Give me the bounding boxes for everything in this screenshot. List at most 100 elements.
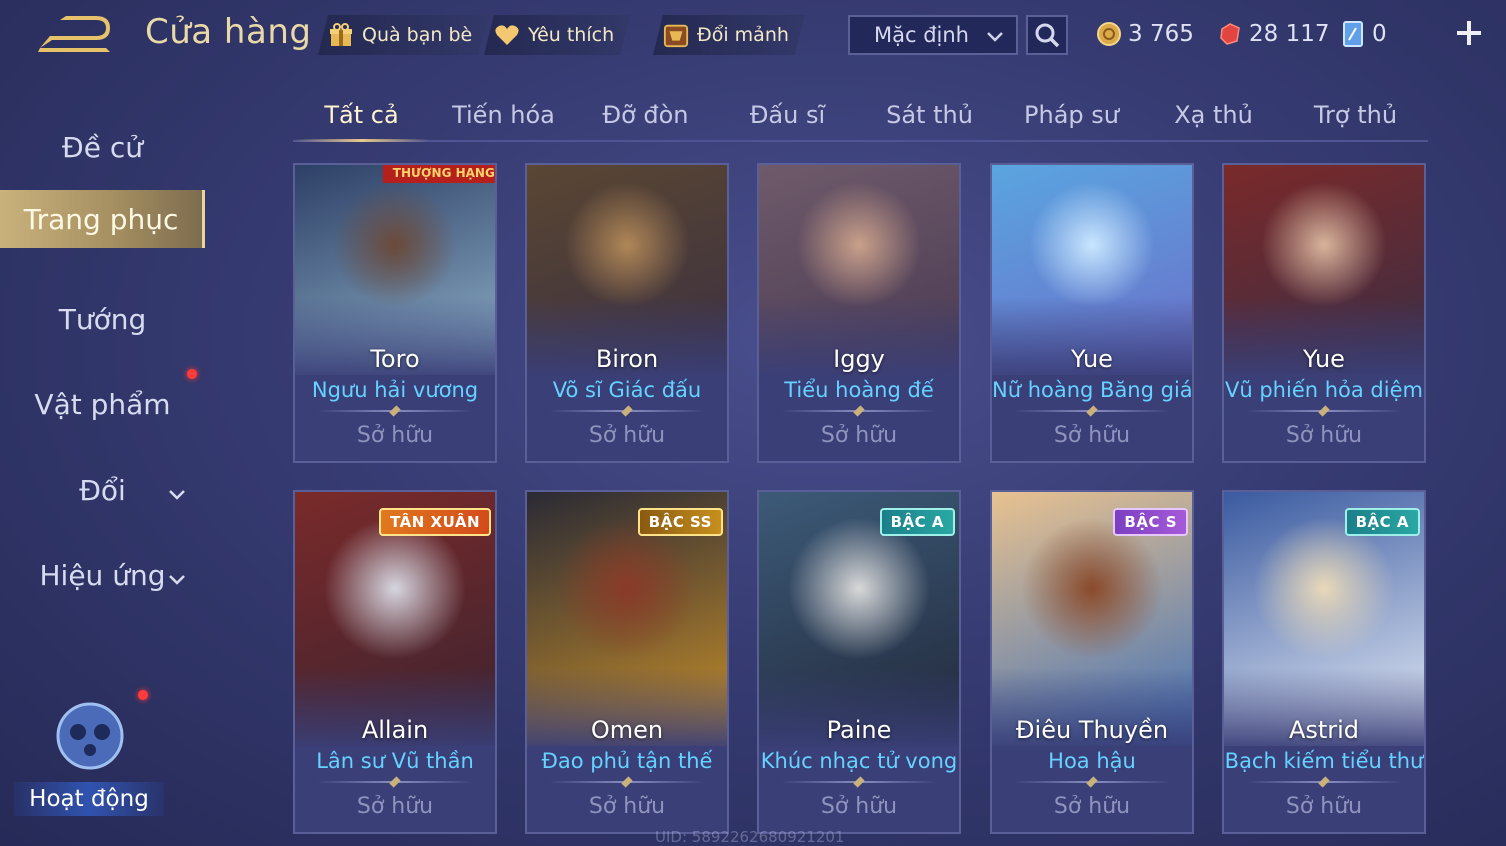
heart-icon <box>494 22 520 48</box>
skin-artwork <box>992 165 1192 377</box>
tab-mage[interactable]: Pháp sư <box>1003 90 1140 140</box>
sidebar-item-recommended[interactable]: Đề cử <box>0 118 205 176</box>
tier-badge: BẬC SS <box>637 508 723 536</box>
hero-name: Omen <box>590 716 664 744</box>
skin-card[interactable]: Biron Võ sĩ Giác đấu Sở hữu <box>525 163 729 463</box>
owned-status: Sở hữu <box>1053 423 1131 448</box>
card-divider <box>1246 410 1402 412</box>
hero-name: Yue <box>1071 345 1113 373</box>
sidebar-item-heroes[interactable]: Tướng <box>0 290 205 348</box>
owned-status: Sở hữu <box>588 794 666 819</box>
voucher-balance: 28 117 <box>1217 16 1329 52</box>
owned-status: Sở hữu <box>1053 794 1131 819</box>
sidebar-item-exchange[interactable]: Đổi <box>0 461 205 519</box>
sidebar-item-skins[interactable]: Trang phục <box>0 190 205 248</box>
skin-card[interactable]: THƯỢNG HẠNG Toro Ngưu hải vương Sở hữu <box>293 163 497 463</box>
skin-artwork <box>527 165 727 377</box>
tab-evolution[interactable]: Tiến hóa <box>435 90 572 140</box>
owned-status: Sở hữu <box>356 423 434 448</box>
red-gem-icon <box>1220 23 1240 45</box>
skin-name: Vũ phiến hỏa diệm <box>1225 378 1423 402</box>
owned-status: Sở hữu <box>588 423 666 448</box>
voucher-amount: 28 117 <box>1249 21 1330 47</box>
skin-name: Tiểu hoàng đế <box>784 378 934 402</box>
sidebar-item-label: Trang phục <box>23 202 179 236</box>
skin-artwork <box>1224 165 1424 377</box>
owned-status: Sở hữu <box>356 794 434 819</box>
skin-name: Nữ hoàng Băng giá <box>992 378 1193 402</box>
skin-card[interactable]: BẬC A Paine Khúc nhạc tử vong Sở hữu <box>757 490 961 834</box>
sort-value: Mặc định <box>874 23 969 47</box>
sidebar-item-effects[interactable]: Hiệu ứng <box>0 546 205 604</box>
tab-all[interactable]: Tất cả <box>293 90 430 142</box>
owned-status: Sở hữu <box>820 423 898 448</box>
hero-name: Iggy <box>833 345 885 373</box>
tab-tank[interactable]: Đỡ đòn <box>577 90 714 140</box>
search-button[interactable] <box>1026 15 1068 55</box>
skin-card[interactable]: Yue Vũ phiến hỏa diệm Sở hữu <box>1222 163 1426 463</box>
exchange-shards-label: Đổi mảnh <box>697 24 789 46</box>
card-divider <box>549 781 705 783</box>
sidebar-item-label: Đề cử <box>62 130 143 164</box>
hero-name: Astrid <box>1288 716 1360 744</box>
skin-card[interactable]: BẬC A Astrid Bạch kiếm tiểu thư Sở hữu <box>1222 490 1426 834</box>
sidebar-item-items[interactable]: Vật phẩm <box>0 375 205 433</box>
shop-sidebar: Đề cử Trang phục Tướng Vật phẩm Đổi Hiệu… <box>0 96 210 846</box>
skin-card[interactable]: Iggy Tiểu hoàng đế Sở hữu <box>757 163 961 463</box>
sidebar-item-label: Vật phẩm <box>34 387 171 421</box>
sidebar-item-label: Đổi <box>79 473 126 507</box>
tab-fighter[interactable]: Đấu sĩ <box>719 90 856 140</box>
skin-name: Bạch kiếm tiểu thư <box>1224 749 1424 773</box>
favorites-button[interactable]: Yêu thích <box>484 15 630 55</box>
card-divider <box>317 781 473 783</box>
card-divider <box>781 410 937 412</box>
hero-name: Biron <box>595 345 659 373</box>
skin-name: Khúc nhạc tử vong <box>760 749 958 773</box>
skin-name: Lân sư Vũ thần <box>316 749 474 773</box>
token-amount: 0 <box>1372 21 1387 47</box>
tab-assassin[interactable]: Sát thủ <box>861 90 998 140</box>
tab-support[interactable]: Trợ thủ <box>1287 90 1424 140</box>
sort-dropdown[interactable]: Mặc định <box>848 15 1018 55</box>
gold-balance: 3 765 <box>1096 16 1194 52</box>
skin-card[interactable]: BẬC S Điêu Thuyền Hoa hậu Sở hữu <box>990 490 1194 834</box>
card-divider <box>1014 781 1170 783</box>
friend-gift-label: Quà bạn bè <box>362 24 473 46</box>
activity-button[interactable]: Hoạt động <box>14 696 164 816</box>
tab-marksman[interactable]: Xạ thủ <box>1145 90 1282 140</box>
hero-name: Điêu Thuyền <box>1015 716 1169 744</box>
category-tabs: Tất cả Tiến hóa Đỡ đòn Đấu sĩ Sát thủ Ph… <box>293 90 1428 142</box>
sidebar-item-label: Tướng <box>58 302 147 336</box>
tier-badge: TÂN XUÂN <box>379 508 491 536</box>
skin-card[interactable]: BẬC SS Omen Đao phủ tận thế Sở hữu <box>525 490 729 834</box>
back-arrow-icon <box>38 16 110 52</box>
card-divider <box>781 781 937 783</box>
gold-amount: 3 765 <box>1128 21 1194 47</box>
skin-card[interactable]: TÂN XUÂN Allain Lân sư Vũ thần Sở hữu <box>293 490 497 834</box>
tier-badge: BẬC A <box>879 508 955 536</box>
gold-coin-icon <box>1097 22 1121 46</box>
chevron-down-icon <box>167 564 187 597</box>
activity-emblem-icon <box>56 702 124 770</box>
chevron-down-icon <box>984 25 1006 52</box>
premium-ribbon: THƯỢNG HẠNG <box>382 165 495 183</box>
card-divider <box>1246 781 1402 783</box>
skin-name: Đao phủ tận thế <box>541 749 713 773</box>
back-button[interactable] <box>36 14 112 54</box>
chevron-down-icon <box>167 479 187 512</box>
user-id-watermark: UID: 5892262680921201 <box>655 828 845 846</box>
tier-badge: BẬC S <box>1113 508 1188 536</box>
tier-badge: BẬC A <box>1344 508 1420 536</box>
token-balance: 0 <box>1340 16 1387 52</box>
add-currency-button[interactable] <box>1452 16 1486 50</box>
favorites-label: Yêu thích <box>528 24 615 46</box>
shard-chest-icon <box>663 22 689 48</box>
card-divider <box>549 410 705 412</box>
sidebar-item-label: Hiệu ứng <box>39 558 166 592</box>
exchange-shards-button[interactable]: Đổi mảnh <box>653 15 805 55</box>
page-title: Cửa hàng <box>145 12 312 52</box>
friend-gift-button[interactable]: Quà bạn bè <box>318 15 488 55</box>
search-icon <box>1035 23 1060 48</box>
owned-status: Sở hữu <box>820 794 898 819</box>
skin-card[interactable]: Yue Nữ hoàng Băng giá Sở hữu <box>990 163 1194 463</box>
